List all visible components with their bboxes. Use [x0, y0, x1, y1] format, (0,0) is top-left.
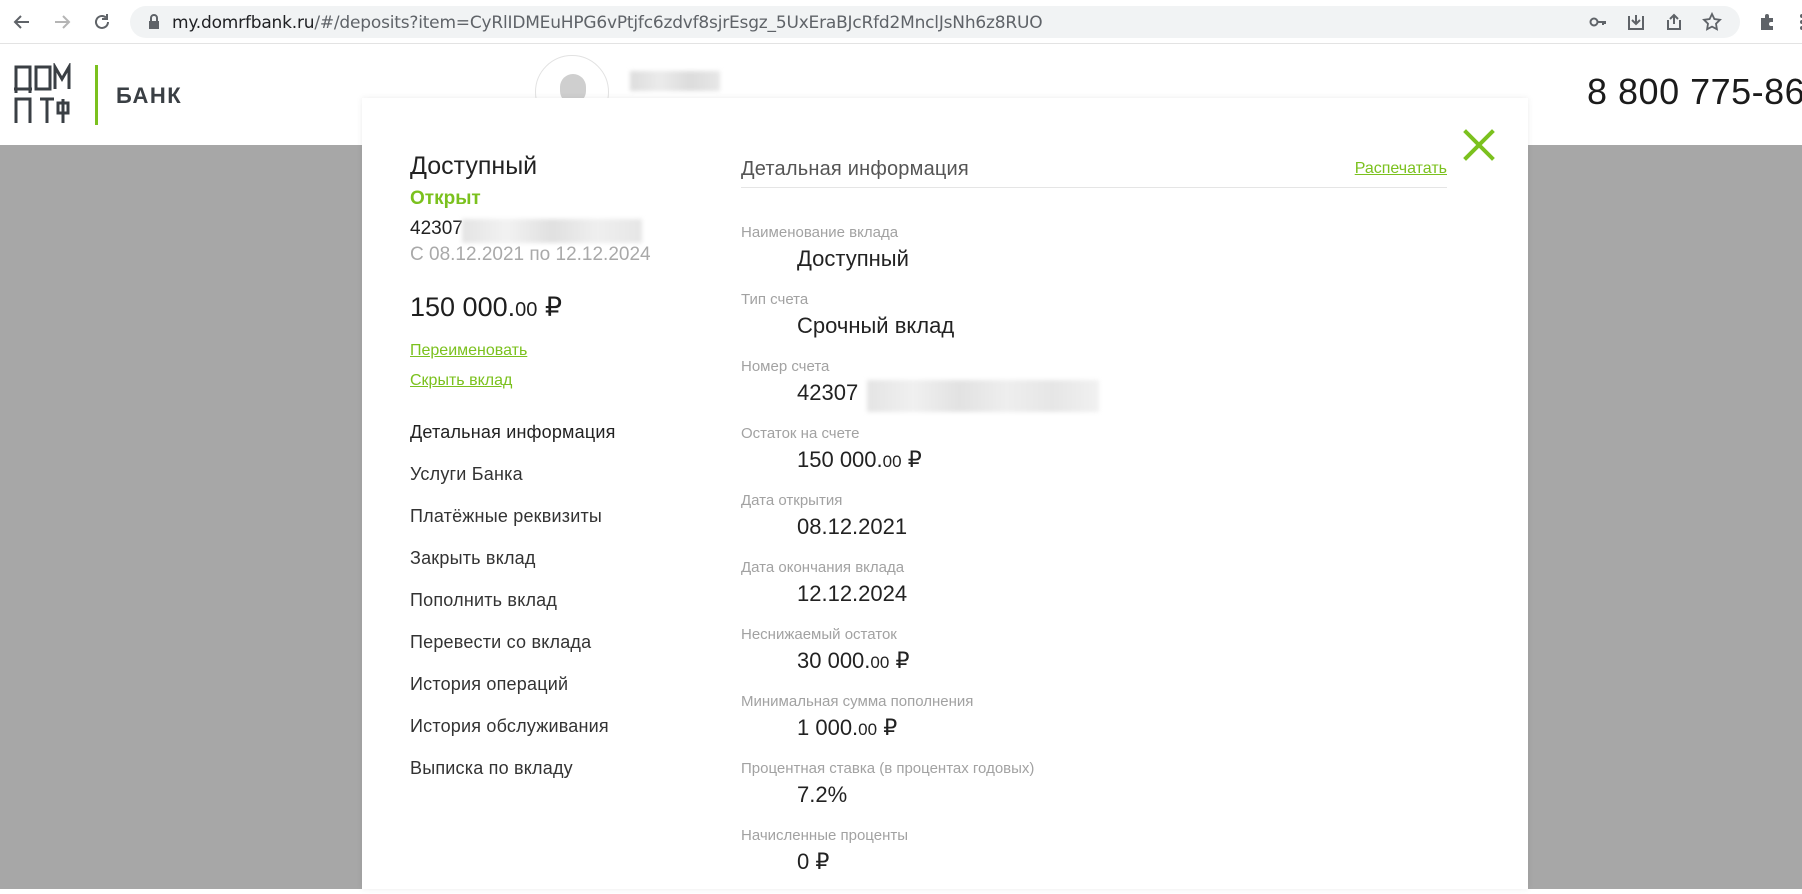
logo-bank-label: БАНК	[116, 83, 183, 108]
close-icon[interactable]	[1462, 128, 1496, 162]
print-link[interactable]: Распечатать	[1355, 160, 1447, 178]
account-number-redacted	[867, 380, 1099, 412]
domrf-logo-icon[interactable]	[14, 63, 74, 125]
menu-item-payment-details[interactable]: Платёжные реквизиты	[410, 504, 710, 546]
details-panel: Детальная информация Распечатать Наимено…	[741, 158, 1447, 894]
account-number: 42307	[410, 218, 710, 244]
menu-item-bank-services[interactable]: Услуги Банка	[410, 462, 710, 504]
deposit-details-modal: Доступный Открыт 42307 С 08.12.2021 по 1…	[362, 98, 1528, 889]
share-icon[interactable]	[1664, 12, 1684, 32]
field-deposit-name: Наименование вклада Доступный	[741, 224, 909, 271]
field-accrued-interest: Начисленные проценты 0 ₽	[741, 827, 908, 874]
account-number-redacted	[462, 219, 642, 243]
field-end-date: Дата окончания вклада 12.12.2024	[741, 559, 908, 606]
deposit-amount: 150 000.00 ₽	[410, 292, 563, 322]
lock-icon	[149, 14, 159, 29]
menu-item-close-deposit[interactable]: Закрыть вклад	[410, 546, 710, 588]
menu-item-details[interactable]: Детальная информация	[410, 420, 710, 462]
address-bar[interactable]: my.domrfbank.ru/#/deposits?item=CyRlIDME…	[130, 6, 1740, 38]
key-icon[interactable]	[1588, 12, 1608, 32]
reload-button[interactable]	[90, 10, 114, 34]
logo-divider	[95, 65, 98, 125]
back-button[interactable]	[10, 10, 34, 34]
field-interest-rate: Процентная ставка (в процентах годовых) …	[741, 760, 1035, 807]
arrow-left-icon	[13, 15, 29, 29]
hide-deposit-link[interactable]: Скрыть вклад	[410, 372, 710, 394]
support-phone[interactable]: 8 800 775-86	[1587, 71, 1802, 113]
field-balance: Остаток на счете 150 000.00 ₽	[741, 425, 922, 472]
field-account-number: Номер счета 42307	[741, 358, 1447, 425]
modal-backdrop[interactable]: Доступный Открыт 42307 С 08.12.2021 по 1…	[0, 98, 1802, 889]
menu-item-transfer[interactable]: Перевести со вклада	[410, 630, 710, 672]
field-open-date: Дата открытия 08.12.2021	[741, 492, 908, 539]
menu-item-top-up[interactable]: Пополнить вклад	[410, 588, 710, 630]
browser-toolbar: my.domrfbank.ru/#/deposits?item=CyRlIDME…	[0, 0, 1802, 44]
star-icon[interactable]	[1702, 12, 1722, 32]
username-redacted	[630, 71, 720, 91]
reload-icon	[95, 14, 109, 29]
details-fields: Наименование вклада Доступный Тип счета …	[741, 224, 1447, 894]
details-title: Детальная информация	[741, 158, 969, 180]
puzzle-icon[interactable]	[1757, 12, 1777, 32]
install-icon[interactable]	[1626, 12, 1646, 32]
details-header: Детальная информация Распечатать	[741, 158, 1447, 188]
url-text: my.domrfbank.ru/#/deposits?item=CyRlIDME…	[172, 13, 1043, 33]
deposit-title: Доступный	[410, 152, 538, 180]
menu-icon[interactable]	[1792, 12, 1802, 32]
arrow-right-icon	[55, 15, 71, 29]
deposit-status: Открыт	[410, 188, 481, 209]
field-account-type: Тип счета Срочный вклад	[741, 291, 955, 338]
deposit-period: С 08.12.2021 по 12.12.2024	[410, 244, 651, 265]
menu-item-service-history[interactable]: История обслуживания	[410, 714, 710, 756]
deposit-menu: Детальная информация Услуги Банка Платёж…	[410, 420, 710, 798]
forward-button[interactable]	[50, 10, 74, 34]
menu-item-statement[interactable]: Выписка по вкладу	[410, 756, 710, 798]
field-min-balance: Неснижаемый остаток 30 000.00 ₽	[741, 626, 910, 673]
field-min-topup: Минимальная сумма пополнения 1 000.00 ₽	[741, 693, 974, 740]
account-number-prefix: 42307	[410, 218, 463, 239]
deposit-summary: Доступный Открыт 42307 С 08.12.2021 по 1…	[410, 152, 710, 798]
menu-item-operations-history[interactable]: История операций	[410, 672, 710, 714]
rename-link[interactable]: Переименовать	[410, 342, 710, 364]
